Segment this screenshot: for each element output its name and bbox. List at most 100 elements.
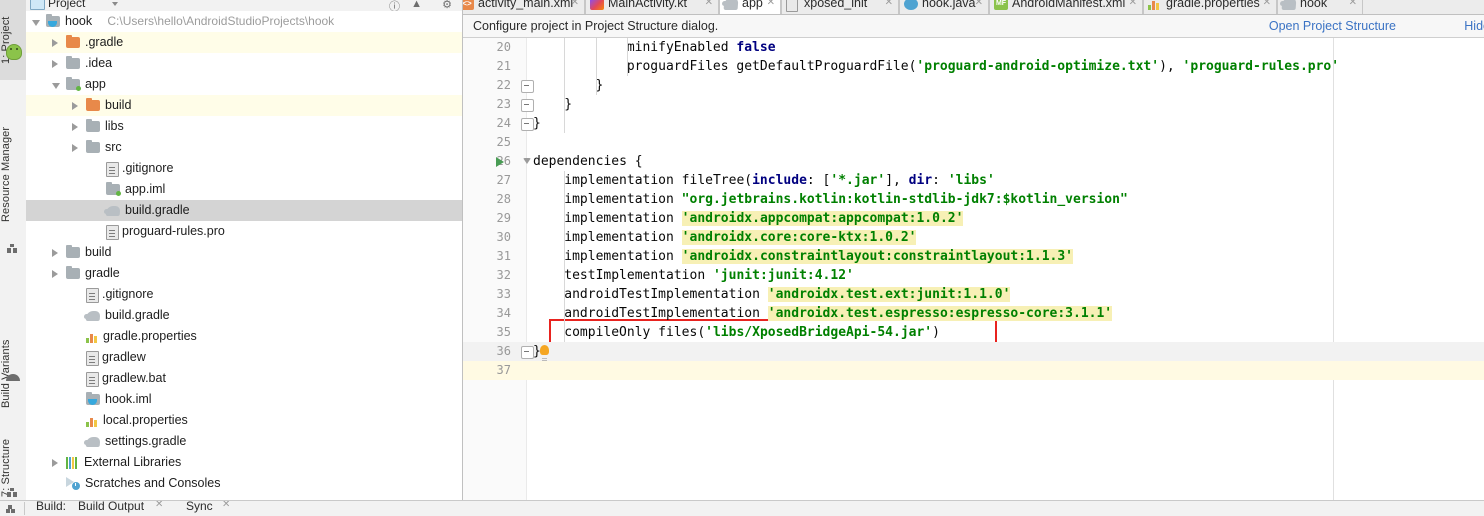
code-line[interactable]: 34 androidTestImplementation 'androidx.te… (463, 304, 1484, 323)
code-line[interactable]: 36} (463, 342, 1484, 361)
folder-orange-icon (86, 98, 100, 111)
code-line-text: implementation 'androidx.constraintlayou… (564, 249, 1074, 264)
chevron-right-icon[interactable] (52, 60, 58, 68)
tree-row[interactable]: hook C:\Users\hello\AndroidStudioProjects… (26, 11, 462, 32)
folder-gray-icon (86, 119, 100, 132)
code-line[interactable]: 31 implementation 'androidx.constraintlay… (463, 247, 1484, 266)
chevron-right-icon[interactable] (52, 459, 58, 467)
editor-tab[interactable]: MainActivity.kt ✕ (585, 0, 719, 14)
tool-tab-project[interactable]: 1: Project (0, 0, 26, 80)
fold-marker-icon[interactable] (521, 99, 534, 112)
editor-tab[interactable]: <> activity_main.xml ✕ (463, 0, 585, 14)
code-line[interactable]: 23} (463, 95, 1484, 114)
bottom-item-build-output[interactable]: Build Output (78, 501, 144, 513)
line-number: 25 (496, 135, 511, 149)
tree-row[interactable]: .gradle (26, 32, 462, 53)
external-libraries-icon (66, 457, 79, 469)
chevron-right-icon[interactable] (52, 270, 58, 278)
editor-tab[interactable]: hook.java ✕ (899, 0, 989, 14)
code-line[interactable]: 24} (463, 114, 1484, 133)
code-line[interactable]: 20 minifyEnabled false (463, 38, 1484, 57)
tree-row[interactable]: build.gradle (26, 200, 462, 221)
build-output-close-icon[interactable]: ✕ (155, 501, 163, 510)
tree-row[interactable]: app.iml (26, 179, 462, 200)
open-project-structure-link[interactable]: Open Project Structure (1269, 15, 1396, 37)
fold-marker-icon[interactable] (521, 80, 534, 93)
bottom-item-build[interactable]: Build: (36, 501, 66, 513)
code-line[interactable]: 37 (463, 361, 1484, 380)
sync-close-icon[interactable]: ✕ (222, 501, 230, 510)
editor-tab[interactable]: hook ✕ (1277, 0, 1363, 14)
code-editor[interactable]: 20 minifyEnabled false 21 proguardFiles get… (463, 38, 1484, 500)
editor-tab[interactable]: MF AndroidManifest.xml ✕ (989, 0, 1143, 14)
editor-tab-bar[interactable]: <> activity_main.xml ✕ MainActivity.kt ✕ app ✕… (463, 0, 1484, 15)
tree-row[interactable]: gradlew.bat (26, 368, 462, 389)
code-line[interactable]: 22} (463, 76, 1484, 95)
scroll-up-icon[interactable]: ▲ (411, 0, 422, 10)
tree-row[interactable]: External Libraries (26, 452, 462, 473)
close-icon[interactable]: ✕ (1349, 0, 1357, 14)
file-icon (86, 372, 99, 387)
close-icon[interactable]: ✕ (885, 0, 893, 14)
chevron-down-icon[interactable] (52, 83, 60, 89)
tree-row[interactable]: gradlew (26, 347, 462, 368)
intention-bulb-icon[interactable] (540, 345, 549, 359)
tree-row[interactable]: build.gradle (26, 305, 462, 326)
tree-row[interactable]: src (26, 137, 462, 158)
code-line-text: implementation fileTree(include: ['*.jar… (564, 173, 995, 188)
close-icon[interactable]: ✕ (705, 0, 713, 14)
editor-tab[interactable]: app ✕ (719, 0, 781, 14)
editor-tab[interactable]: xposed_init ✕ (781, 0, 899, 14)
close-icon[interactable]: ✕ (1263, 0, 1271, 14)
tree-row[interactable]: build (26, 242, 462, 263)
tree-row[interactable]: app (26, 74, 462, 95)
code-line[interactable]: 32 testImplementation 'junit:junit:4.12' (463, 266, 1484, 285)
code-line[interactable]: 28 implementation "org.jetbrains.kotlin:k… (463, 190, 1484, 209)
code-line[interactable]: 21 proguardFiles getDefaultProguardFile('… (463, 57, 1484, 76)
tree-row[interactable]: build (26, 95, 462, 116)
code-line[interactable]: 27 implementation fileTree(include: ['*.j… (463, 171, 1484, 190)
code-line[interactable]: 35 compileOnly files('libs/XposedBridgeAp… (463, 323, 1484, 342)
code-line[interactable]: 30 implementation 'androidx.core:core-ktx… (463, 228, 1484, 247)
tree-row[interactable]: settings.gradle (26, 431, 462, 452)
chevron-right-icon[interactable] (52, 249, 58, 257)
close-icon[interactable]: ✕ (975, 0, 983, 14)
close-icon[interactable]: ✕ (571, 0, 579, 14)
tree-row[interactable]: Scratches and Consoles (26, 473, 462, 494)
chevron-right-icon[interactable] (72, 123, 78, 131)
code-line[interactable]: 29 implementation 'androidx.appcompat:app… (463, 209, 1484, 228)
chevron-right-icon[interactable] (52, 39, 58, 47)
hide-notification-link[interactable]: Hide (1464, 15, 1484, 37)
chevron-down-icon[interactable] (112, 2, 118, 6)
fold-collapse-icon[interactable] (523, 158, 531, 164)
tree-row[interactable]: .idea (26, 53, 462, 74)
tree-row[interactable]: hook.iml (26, 389, 462, 410)
code-line[interactable]: 25 (463, 133, 1484, 152)
close-icon[interactable]: ✕ (1129, 0, 1137, 14)
line-number: 29 (496, 211, 511, 225)
gear-icon[interactable]: ⚙ (442, 0, 452, 11)
editor-tab[interactable]: gradle.properties ✕ (1143, 0, 1277, 14)
bottom-item-sync[interactable]: Sync (186, 501, 213, 513)
project-file-tree[interactable]: hook C:\Users\hello\AndroidStudioProjects… (26, 11, 462, 500)
tree-row[interactable]: libs (26, 116, 462, 137)
tree-row[interactable]: gradle.properties (26, 326, 462, 347)
close-icon[interactable]: ✕ (767, 0, 775, 14)
tool-tab-resource-manager[interactable]: Resource Manager (0, 108, 26, 240)
tree-row[interactable]: .gitignore (26, 284, 462, 305)
run-gutter-icon[interactable] (496, 157, 504, 167)
tree-row[interactable]: local.properties (26, 410, 462, 431)
bottom-menu-icon[interactable] (6, 505, 16, 513)
chevron-right-icon[interactable] (72, 144, 78, 152)
editor-tab-label: hook (1300, 0, 1328, 10)
tree-row[interactable]: proguard-rules.pro (26, 221, 462, 242)
scratches-icon (66, 477, 80, 490)
line-number: 31 (496, 249, 511, 263)
gradle-icon (723, 0, 739, 10)
tree-row[interactable]: gradle (26, 263, 462, 284)
chevron-right-icon[interactable] (72, 102, 78, 110)
tree-row[interactable]: .gitignore (26, 158, 462, 179)
code-line[interactable]: 26 dependencies { (463, 152, 1484, 171)
code-line[interactable]: 33 androidTestImplementation 'androidx.te… (463, 285, 1484, 304)
chevron-down-icon[interactable] (32, 20, 40, 26)
